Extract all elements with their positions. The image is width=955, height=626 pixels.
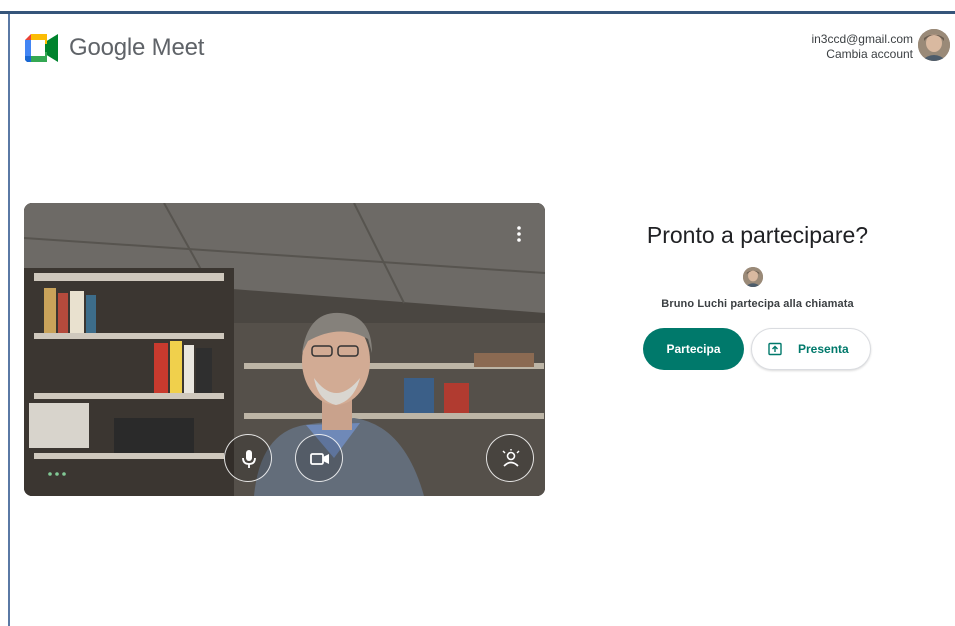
join-panel: Pronto a partecipare? Bruno Luchi partec… — [600, 200, 930, 400]
camera-feed-image — [24, 203, 545, 496]
account-avatar[interactable] — [918, 29, 950, 61]
window-top-border — [0, 0, 955, 14]
header: Google Meet in3ccd@gmail.com Cambia acco… — [0, 14, 955, 84]
camera-icon — [310, 453, 329, 465]
switch-account-link[interactable]: Cambia account — [811, 47, 913, 62]
visual-effects-button[interactable] — [486, 434, 534, 482]
participant-avatar — [743, 267, 763, 287]
join-button[interactable]: Partecipa — [643, 328, 744, 370]
audio-level-indicator — [48, 472, 66, 476]
camera-button[interactable] — [295, 434, 343, 482]
video-preview — [24, 203, 545, 496]
present-button[interactable]: Presenta — [751, 328, 871, 370]
product-name: Google Meet — [69, 34, 205, 61]
microphone-button[interactable] — [224, 434, 272, 482]
present-screen-icon — [768, 342, 782, 356]
account-email: in3ccd@gmail.com — [811, 32, 913, 46]
account-info: in3ccd@gmail.com Cambia account — [811, 32, 913, 62]
microphone-icon — [242, 450, 256, 468]
participant-status-text: Bruno Luchi partecipa alla chiamata — [661, 298, 854, 310]
more-vert-icon[interactable] — [513, 225, 525, 243]
ready-title: Pronto a partecipare? — [646, 222, 869, 248]
google-meet-logo-icon[interactable] — [25, 34, 59, 62]
user-avatar-icon — [918, 29, 950, 61]
present-label: Presenta — [798, 342, 849, 356]
visual-effects-icon — [502, 449, 520, 467]
window-left-border — [8, 14, 10, 626]
participant-avatar-icon — [743, 267, 763, 287]
